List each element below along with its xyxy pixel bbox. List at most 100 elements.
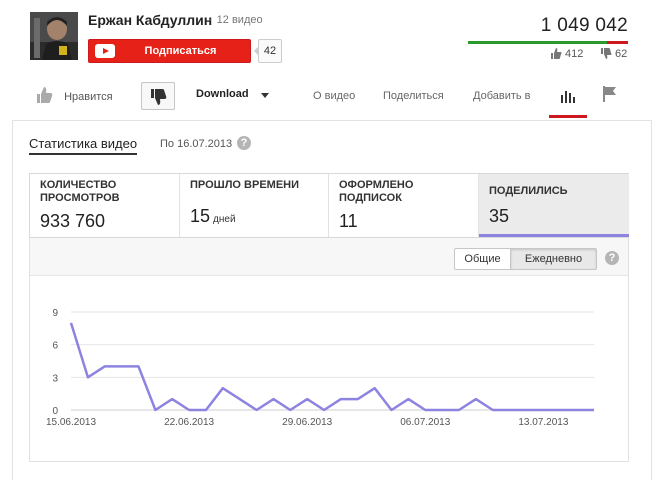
toggle-total-button[interactable]: Общие [454, 248, 511, 270]
separator-dot: · [209, 14, 213, 26]
data-point[interactable] [119, 363, 125, 369]
help-icon[interactable]: ? [237, 136, 251, 150]
tab-statistics[interactable] [549, 82, 587, 118]
series-line [69, 322, 594, 412]
data-point[interactable] [68, 320, 74, 326]
thumbs-down-icon [601, 48, 612, 59]
like-label: Нравится [64, 91, 113, 103]
data-point[interactable] [254, 407, 260, 413]
data-point[interactable] [85, 374, 91, 380]
metric-subscriptions[interactable]: Оформлено подписок 11 [329, 174, 479, 237]
chart-help-icon[interactable]: ? [605, 251, 619, 265]
like-button[interactable]: Нравится [37, 86, 113, 108]
daily-shares-chart: 0 3 6 9 15.06.2013 22.06.2013 29.06.2013 06.07.… [46, 308, 597, 428]
data-point[interactable] [321, 407, 327, 413]
metric-time-elapsed[interactable]: Прошло времени 15 дней [180, 174, 329, 237]
y-tick-label: 3 [52, 373, 58, 384]
download-button[interactable]: Download [196, 88, 249, 100]
tab-add-to[interactable]: Добавить в [473, 90, 531, 102]
video-count[interactable]: · 12 видео [209, 14, 263, 26]
data-point[interactable] [439, 407, 445, 413]
metric-shares[interactable]: Поделились 35 [479, 174, 629, 237]
data-point[interactable] [574, 407, 580, 413]
x-tick-label: 13.07.2013 [518, 417, 568, 428]
youtube-icon [95, 44, 115, 58]
data-point[interactable] [186, 407, 192, 413]
data-point[interactable] [152, 407, 158, 413]
statistics-date: По 16.07.2013 [160, 138, 233, 150]
data-point[interactable] [540, 407, 546, 413]
subscribe-button[interactable]: Подписаться [88, 39, 251, 63]
data-point[interactable] [338, 396, 344, 402]
chevron-down-icon[interactable] [261, 93, 269, 98]
video-count-label[interactable]: 12 видео [217, 14, 263, 26]
data-point[interactable] [490, 407, 496, 413]
like-count: 412 [551, 48, 583, 60]
data-point[interactable] [304, 396, 310, 402]
thumbs-up-icon [37, 87, 53, 103]
subscribe-label: Подписаться [144, 45, 217, 57]
metric-value: 15 [190, 206, 211, 226]
chart-container: Общие Ежедневно ? 0 3 6 9 15.06.2013 22.06.20… [29, 238, 629, 462]
data-point[interactable] [473, 396, 479, 402]
tab-share[interactable]: Поделиться [383, 90, 444, 102]
data-point[interactable] [270, 396, 276, 402]
view-count: 1 049 042 [540, 15, 628, 36]
thumbs-down-icon [151, 89, 167, 105]
metric-value: 933 760 [40, 211, 106, 231]
data-point[interactable] [507, 407, 513, 413]
x-tick-label: 22.06.2013 [164, 417, 214, 428]
data-point[interactable] [405, 396, 411, 402]
x-tick-label: 06.07.2013 [400, 417, 450, 428]
likes-ratio-fill [468, 41, 608, 44]
channel-header: Ержан Кабдуллин · 12 видео Подписаться 42… [0, 0, 660, 72]
data-point[interactable] [557, 407, 563, 413]
data-point[interactable] [287, 407, 293, 413]
thumbs-up-icon [551, 48, 562, 59]
data-point[interactable] [422, 407, 428, 413]
y-tick-label: 9 [52, 308, 58, 319]
bar-chart-icon [561, 91, 575, 103]
metric-label: Прошло времени [190, 179, 300, 191]
data-point[interactable] [203, 407, 209, 413]
metric-value-wrap: 15 дней [190, 206, 236, 227]
data-point[interactable] [591, 407, 597, 413]
metric-label: Количество просмотров [40, 179, 120, 204]
tab-about[interactable]: О видео [313, 90, 355, 102]
x-tick-label: 15.06.2013 [46, 417, 96, 428]
data-point[interactable] [456, 407, 462, 413]
metric-value: 35 [489, 206, 510, 226]
statistics-title: Статистика видео [29, 136, 138, 155]
x-tick-label: 29.06.2013 [282, 417, 332, 428]
dislike-count-value: 62 [615, 48, 628, 60]
channel-name[interactable]: Ержан Кабдуллин [88, 12, 212, 28]
dislike-count: 62 [601, 48, 627, 60]
data-point[interactable] [135, 363, 141, 369]
y-tick-label: 0 [52, 406, 58, 417]
chart-toggle-bar: Общие Ежедневно ? [30, 238, 628, 276]
dislike-button[interactable] [141, 82, 175, 110]
metric-label: Оформлено подписок [339, 179, 414, 204]
action-bar: Нравится Download О видео Поделиться Доб… [0, 78, 660, 118]
metric-views[interactable]: Количество просмотров 933 760 [30, 174, 180, 237]
data-point[interactable] [169, 396, 175, 402]
data-point[interactable] [237, 396, 243, 402]
toggle-daily-button[interactable]: Ежедневно [510, 248, 597, 270]
data-point[interactable] [372, 385, 378, 391]
like-dislike-ratio-bar [468, 41, 628, 44]
metric-label: Поделились [489, 185, 568, 197]
subscriber-count: 42 [254, 39, 282, 63]
flag-icon[interactable] [603, 86, 617, 102]
data-point[interactable] [524, 407, 530, 413]
metric-value: 11 [339, 211, 358, 231]
metric-unit: дней [213, 214, 236, 225]
data-point[interactable] [220, 385, 226, 391]
metrics-row: Количество просмотров 933 760 Прошло вре… [29, 173, 629, 238]
channel-avatar[interactable] [30, 12, 78, 60]
data-point[interactable] [355, 396, 361, 402]
data-point[interactable] [389, 407, 395, 413]
like-count-value: 412 [565, 48, 584, 60]
y-tick-label: 6 [52, 341, 58, 352]
avatar-image [30, 12, 78, 60]
data-point[interactable] [102, 363, 108, 369]
